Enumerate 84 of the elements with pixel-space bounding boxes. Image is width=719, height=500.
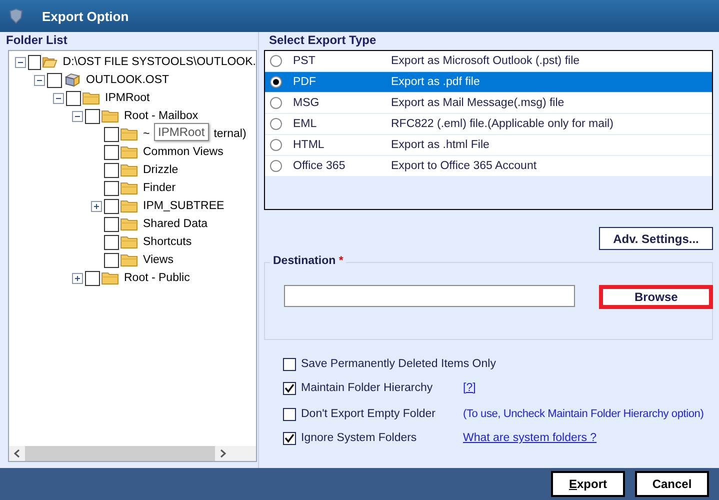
folder-label[interactable]: Views bbox=[143, 254, 174, 266]
option-label[interactable]: Save Permanently Deleted Items Only bbox=[301, 358, 496, 370]
export-type-row[interactable]: EML RFC822 (.eml) file.(Applicable only for mail) bbox=[265, 114, 712, 135]
folder-icon bbox=[120, 145, 138, 159]
folder-icon bbox=[120, 235, 138, 249]
radio-button[interactable] bbox=[270, 118, 282, 130]
expand-icon[interactable] bbox=[91, 200, 102, 212]
folder-icon bbox=[120, 199, 138, 213]
checkbox[interactable] bbox=[104, 126, 119, 142]
help-link[interactable]: What are system folders ? bbox=[463, 432, 597, 444]
export-type-row[interactable]: PST Export as Microsoft Outlook (.pst) file bbox=[265, 51, 712, 72]
folder-icon bbox=[101, 271, 119, 285]
folder-label[interactable]: Root - Public bbox=[124, 272, 190, 284]
radio-button[interactable] bbox=[270, 160, 282, 172]
option-label[interactable]: Ignore System Folders bbox=[301, 432, 459, 444]
required-mark: * bbox=[338, 255, 344, 267]
folder-label[interactable]: Common Views bbox=[143, 146, 224, 158]
checkbox[interactable] bbox=[104, 162, 119, 178]
folder-label[interactable]: Finder bbox=[143, 182, 176, 194]
folder-list-title: Folder List bbox=[6, 32, 68, 49]
folder-label[interactable]: Root - Mailbox bbox=[124, 110, 198, 122]
horizontal-scrollbar[interactable] bbox=[9, 446, 256, 461]
folder-label[interactable]: Drizzle bbox=[143, 164, 178, 176]
folder-label[interactable]: Shortcuts bbox=[143, 236, 192, 248]
hint-text: (To use, Uncheck Maintain Folder Hierarchy option) bbox=[463, 408, 704, 420]
folder-icon bbox=[82, 91, 100, 105]
collapse-icon[interactable] bbox=[34, 74, 45, 86]
folder-label[interactable]: ~ bbox=[143, 128, 150, 140]
help-link[interactable]: [?] bbox=[463, 382, 476, 394]
folder-icon bbox=[120, 181, 138, 195]
checkbox[interactable] bbox=[47, 72, 62, 88]
open-folder-icon bbox=[42, 55, 58, 69]
destination-field[interactable] bbox=[284, 285, 576, 307]
export-type-row[interactable]: HTML Export as .html File bbox=[265, 135, 712, 156]
checkbox[interactable] bbox=[283, 358, 296, 370]
checkbox[interactable] bbox=[85, 270, 100, 286]
data-file-icon bbox=[63, 73, 81, 87]
radio-button[interactable] bbox=[270, 76, 282, 88]
folder-icon bbox=[120, 217, 138, 231]
adv-settings-button[interactable]: Adv. Settings... bbox=[599, 227, 713, 250]
window-title: Export Option bbox=[42, 8, 129, 24]
folder-label[interactable]: ternal) bbox=[214, 128, 246, 140]
dialog-button[interactable]: Cancel bbox=[635, 471, 709, 497]
expand-icon[interactable] bbox=[72, 272, 83, 284]
folder-icon bbox=[120, 163, 138, 177]
destination-label: Destination bbox=[273, 255, 336, 267]
checkbox[interactable] bbox=[104, 144, 119, 160]
export-type-title: Select Export Type bbox=[269, 32, 378, 49]
checkbox[interactable] bbox=[283, 382, 296, 394]
checkbox[interactable] bbox=[104, 198, 119, 214]
checkbox[interactable] bbox=[85, 108, 100, 124]
collapse-icon[interactable] bbox=[15, 56, 26, 68]
export-type-row[interactable]: Office 365 Export to Office 365 Account bbox=[265, 156, 712, 177]
dialog-button[interactable]: Export bbox=[551, 471, 625, 497]
browse-button[interactable]: Browse bbox=[599, 285, 713, 309]
checkbox[interactable] bbox=[283, 432, 296, 444]
checkbox[interactable] bbox=[104, 234, 119, 250]
checkbox[interactable] bbox=[104, 180, 119, 196]
radio-button[interactable] bbox=[270, 55, 282, 67]
folder-label[interactable]: D:\OST FILE SYSTOOLS\OUTLOOK. bbox=[62, 56, 256, 68]
shield-icon bbox=[8, 8, 24, 24]
radio-button[interactable] bbox=[270, 139, 282, 151]
folder-label[interactable]: Shared Data bbox=[143, 218, 208, 230]
folder-label[interactable]: IPM_SUBTREE bbox=[143, 200, 224, 212]
scroll-right-icon[interactable] bbox=[219, 449, 227, 458]
folder-icon bbox=[120, 253, 138, 267]
export-type-row[interactable]: PDF Export as .pdf file bbox=[265, 72, 712, 93]
checkbox[interactable] bbox=[104, 252, 119, 268]
checkbox[interactable] bbox=[28, 54, 42, 70]
folder-icon bbox=[101, 109, 119, 123]
option-label[interactable]: Maintain Folder Hierarchy bbox=[301, 382, 459, 394]
option-label[interactable]: Don't Export Empty Folder bbox=[301, 408, 459, 420]
checkbox[interactable] bbox=[66, 90, 81, 106]
radio-button[interactable] bbox=[270, 97, 282, 109]
folder-label[interactable]: OUTLOOK.OST bbox=[86, 74, 170, 86]
collapse-icon[interactable] bbox=[72, 110, 83, 122]
checkbox[interactable] bbox=[104, 216, 119, 232]
folder-label[interactable]: IPMRoot bbox=[105, 92, 150, 104]
checkbox[interactable] bbox=[283, 408, 296, 420]
export-type-row[interactable]: MSG Export as Mail Message(.msg) file bbox=[265, 93, 712, 114]
collapse-icon[interactable] bbox=[53, 92, 64, 104]
scroll-left-icon[interactable] bbox=[13, 449, 21, 458]
folder-icon bbox=[120, 127, 138, 141]
tooltip: IPMRoot bbox=[154, 123, 209, 141]
